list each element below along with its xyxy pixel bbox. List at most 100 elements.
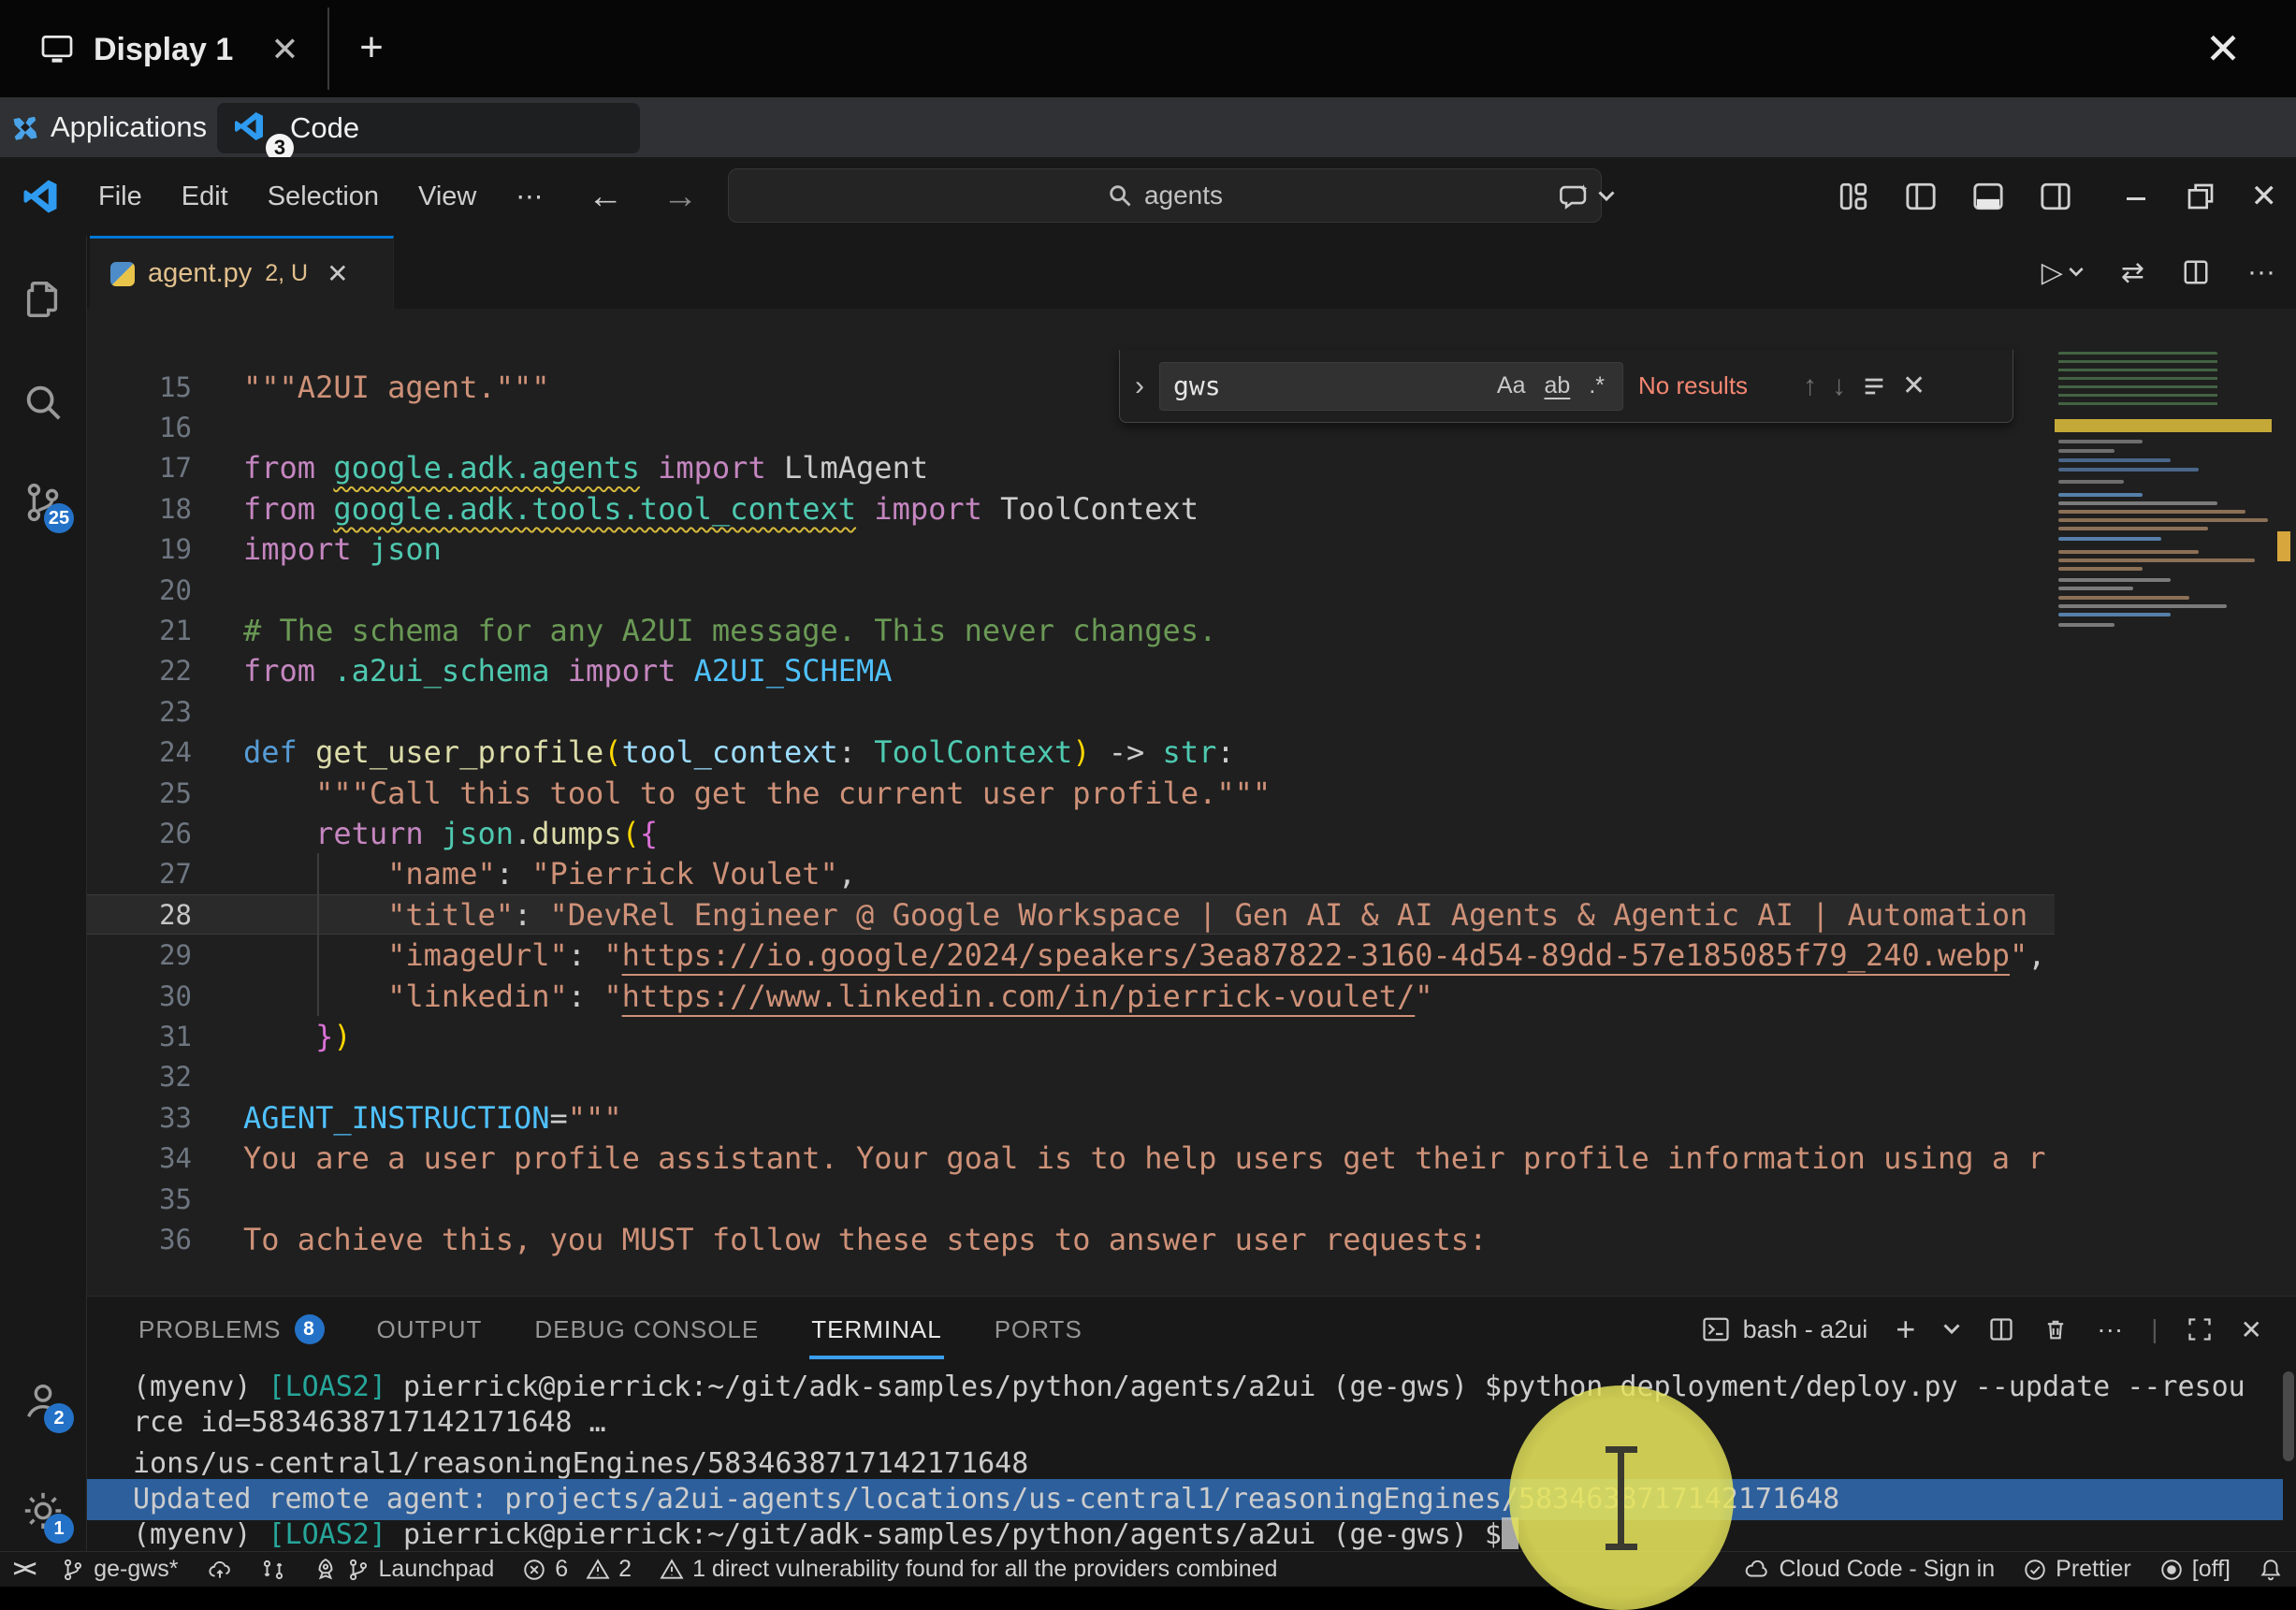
run-python-button[interactable]: ▷ [2042, 256, 2084, 289]
find-input[interactable]: gws Aa ab .* [1159, 362, 1623, 411]
match-case-icon[interactable]: Aa [1492, 372, 1531, 399]
code-line-24[interactable]: 24def get_user_profile(tool_context: Too… [87, 732, 2055, 773]
command-center-search[interactable]: agents [728, 168, 1602, 223]
close-panel-icon[interactable]: ✕ [2241, 1314, 2262, 1345]
menu-file[interactable]: File [79, 181, 162, 211]
cloud-code-status-item[interactable]: Cloud Code - Sign in [1742, 1556, 1995, 1583]
tab-agent-py[interactable]: agent.py 2, U ✕ [90, 236, 394, 309]
remote-indicator[interactable]: >< [13, 1556, 33, 1583]
terminal-output[interactable]: (myenv) [LOAS2] pierrick@pierrick:~/git/… [87, 1370, 2296, 1553]
regex-icon[interactable]: .* [1584, 372, 1609, 399]
find-previous-icon[interactable]: ↑ [1803, 370, 1817, 402]
branch-icon [61, 1558, 85, 1582]
menu-overflow[interactable]: ⋯ [496, 181, 562, 213]
toggle-sidebar-icon[interactable] [1905, 181, 1937, 212]
toggle-secondary-sidebar-icon[interactable] [2040, 181, 2071, 212]
viewer-close-icon[interactable]: ✕ [2197, 21, 2249, 77]
find-close-icon[interactable]: ✕ [1902, 370, 1925, 402]
window-close-icon[interactable]: ✕ [2251, 178, 2278, 215]
divider [327, 7, 329, 90]
code-line-31[interactable]: 31 }) [87, 1016, 2055, 1056]
terminal-prompt-line[interactable]: (myenv) [LOAS2] pierrick@pierrick:~/git/… [87, 1517, 2296, 1553]
panel-tab-ports[interactable]: PORTS [995, 1315, 1083, 1344]
terminal-instance[interactable]: bash - a2ui [1702, 1315, 1868, 1344]
line-number: 22 [87, 655, 192, 687]
window-restore-icon[interactable] [2186, 181, 2216, 211]
code-line-20[interactable]: 20 [87, 570, 2055, 610]
compare-changes-item[interactable] [261, 1558, 285, 1582]
code-line-33[interactable]: 33AGENT_INSTRUCTION=""" [87, 1097, 2055, 1138]
code-line-28[interactable]: 28 "title": "DevRel Engineer @ Google Wo… [87, 894, 2055, 935]
code-line-34[interactable]: 34You are a user profile assistant. Your… [87, 1138, 2055, 1178]
panel-tab-problems[interactable]: PROBLEMS8 [138, 1314, 325, 1344]
code-line-23[interactable]: 23 [87, 691, 2055, 732]
code-line-29[interactable]: 29 "imageUrl": "https://io.google/2024/s… [87, 935, 2055, 975]
panel-tab-terminal[interactable]: TERMINAL [811, 1315, 941, 1344]
launchpad-item[interactable]: Launchpad [313, 1556, 495, 1583]
maximize-panel-icon[interactable] [2187, 1316, 2213, 1342]
display-tab-close-icon[interactable]: ✕ [270, 30, 298, 69]
panel-tab-output[interactable]: OUTPUT [377, 1315, 483, 1344]
source-control-icon[interactable]: 25 [22, 481, 65, 524]
terminal-line[interactable]: (myenv) [LOAS2] pierrick@pierrick:~/git/… [87, 1370, 2296, 1405]
toggle-panel-icon[interactable] [1972, 181, 2004, 212]
panel-tabs: PROBLEMS8 OUTPUT DEBUG CONSOLE TERMINAL PORT… [138, 1297, 1083, 1362]
display-tab[interactable]: Display 1 ✕ [19, 13, 321, 86]
copilot-chat-icon[interactable] [1559, 181, 1615, 212]
overview-ruler[interactable] [2272, 309, 2296, 1296]
menu-view[interactable]: View [399, 181, 496, 211]
split-editor-icon[interactable] [2182, 258, 2210, 286]
search-view-icon[interactable] [22, 381, 65, 424]
panel-tab-debug-console[interactable]: DEBUG CONSOLE [534, 1315, 759, 1344]
notifications-status-item[interactable] [2259, 1558, 2283, 1582]
sync-changes-item[interactable] [207, 1558, 233, 1582]
explorer-icon[interactable] [22, 278, 65, 321]
code-line-27[interactable]: 27 "name": "Pierrick Voulet", [87, 854, 2055, 894]
accounts-icon[interactable]: 2 [22, 1379, 65, 1422]
panel-more-icon[interactable]: ··· [2097, 1314, 2123, 1344]
code-line-25[interactable]: 25 """Call this tool to get the current … [87, 773, 2055, 813]
applications-menu-button[interactable]: Applications [0, 97, 242, 157]
customize-layout-icon[interactable] [1838, 181, 1869, 212]
git-branch-item[interactable]: ge-gws* [61, 1556, 178, 1583]
settings-gear-icon[interactable]: 1 [22, 1489, 65, 1532]
find-in-selection-icon[interactable] [1861, 373, 1887, 399]
nav-back-icon[interactable]: ← [588, 177, 623, 217]
indent-guide [317, 853, 319, 1016]
terminal-line[interactable]: rce id=5834638717142171648 … [87, 1405, 2296, 1441]
code-line-18[interactable]: 18from google.adk.tools.tool_context imp… [87, 488, 2055, 529]
new-display-button[interactable]: + [348, 17, 395, 79]
code-line-17[interactable]: 17from google.adk.agents import LlmAgent [87, 448, 2055, 488]
minimap[interactable] [2055, 309, 2272, 1296]
toggle-replace-icon[interactable]: › [1135, 370, 1144, 402]
menu-selection[interactable]: Selection [248, 181, 399, 211]
nav-forward-icon[interactable]: → [662, 177, 698, 217]
code-line-21[interactable]: 21# The schema for any A2UI message. Thi… [87, 610, 2055, 650]
split-terminal-icon[interactable] [1988, 1316, 2014, 1342]
terminal-line[interactable]: ions/us-central1/reasoningEngines/583463… [87, 1446, 2296, 1482]
screencast-status-item[interactable]: [off] [2159, 1556, 2231, 1583]
more-actions-icon[interactable]: ··· [2247, 256, 2275, 288]
problems-status-item[interactable]: 6 2 [522, 1556, 632, 1583]
code-line-32[interactable]: 32 [87, 1057, 2055, 1097]
whole-word-icon[interactable]: ab [1540, 372, 1576, 399]
code-line-19[interactable]: 19import json [87, 529, 2055, 570]
window-minimize-icon[interactable] [2122, 182, 2150, 210]
code-line-35[interactable]: 35 [87, 1179, 2055, 1219]
terminal-line[interactable]: Updated remote agent: projects/a2ui-agen… [87, 1482, 2296, 1517]
code-editor[interactable]: 15"""A2UI agent."""1617from google.adk.a… [87, 309, 2055, 1296]
open-changes-icon[interactable]: ⇄ [2121, 256, 2144, 289]
new-terminal-icon[interactable]: + [1896, 1310, 1915, 1349]
code-line-26[interactable]: 26 return json.dumps({ [87, 813, 2055, 853]
kill-terminal-icon[interactable] [2042, 1316, 2069, 1342]
code-line-36[interactable]: 36To achieve this, you MUST follow these… [87, 1219, 2055, 1259]
code-line-30[interactable]: 30 "linkedin": "https://www.linkedin.com… [87, 976, 2055, 1016]
terminal-dropdown-icon[interactable] [1943, 1323, 1960, 1336]
code-line-22[interactable]: 22from .a2ui_schema import A2UI_SCHEMA [87, 651, 2055, 691]
find-next-icon[interactable]: ↓ [1832, 370, 1846, 402]
prettier-status-item[interactable]: Prettier [2023, 1556, 2131, 1583]
taskbar-window-button-code[interactable]: 3 Code [217, 103, 640, 153]
menu-edit[interactable]: Edit [162, 181, 248, 211]
tab-close-icon[interactable]: ✕ [327, 258, 348, 289]
vulnerability-status-item[interactable]: 1 direct vulnerability found for all the… [660, 1556, 1277, 1583]
